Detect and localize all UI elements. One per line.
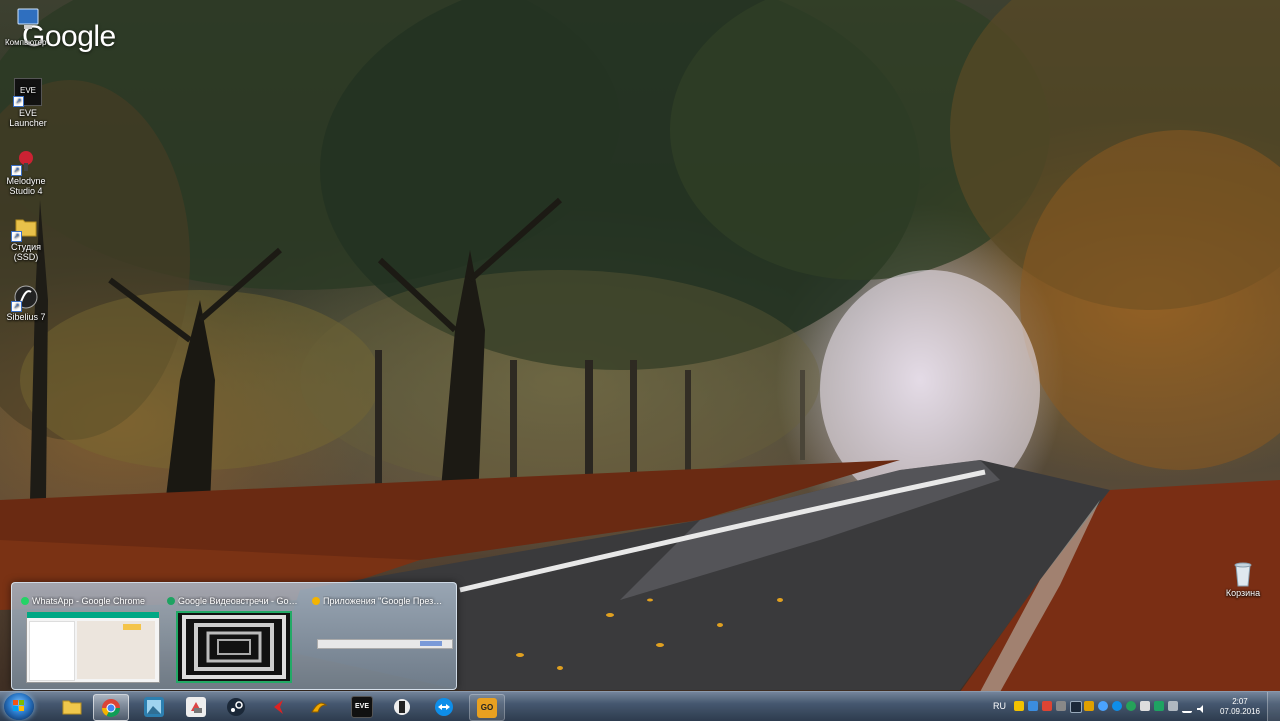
clock-time: 2:07 [1232,697,1248,706]
shortcut-arrow-icon: ↗ [11,165,22,176]
thumbnail-google-meet[interactable]: Google Видеовстречи - Google... [164,589,304,683]
taskbar-teamviewer-button[interactable] [427,694,461,719]
taskbar-app-button[interactable] [179,694,213,719]
photo-icon [144,696,164,717]
tray-antivirus-icon[interactable] [1042,701,1052,711]
tray-folder-icon[interactable] [1084,701,1094,711]
app-icon [186,696,206,717]
desktop-icon-label: EVE Launcher [9,108,47,128]
csgo-icon: GO [477,697,497,718]
start-button[interactable] [4,693,34,720]
taskbar: EVE GO RU 2:07 07.09.2016 [0,691,1280,721]
tray-network-icon[interactable] [1028,701,1038,711]
thumbnail-image [176,611,292,683]
taskbar-csgo-button[interactable]: GO [469,694,505,721]
desktop-icon-melodyne[interactable]: ↗ Melodyne Studio 4 [0,148,54,196]
desktop-icon-studio-ssd[interactable]: ↗ Студия (SSD) [0,214,54,262]
thumbnail-image [317,639,453,649]
thumbnail-title: Приложения "Google Презент... [323,596,447,606]
folder-icon: ↗ [11,214,39,242]
taskbar-steam-button[interactable] [219,694,253,719]
tray-keyboard-icon[interactable] [1014,701,1024,711]
taskbar-photo-button[interactable] [137,694,171,719]
chrome-icon [101,698,121,718]
sibelius-icon: ↗ [11,284,39,312]
clock-date: 07.09.2016 [1219,707,1260,716]
taskbar-chrome-button[interactable] [93,694,129,721]
eve-launcher-icon: EVE ↗ [13,78,42,107]
thumbnail-title: WhatsApp - Google Chrome [32,596,146,606]
desktop-icon-label: Sibelius 7 [6,312,46,322]
shortcut-arrow-icon: ↗ [11,231,22,242]
folder-icon [62,697,82,717]
show-desktop-button[interactable] [1267,692,1280,721]
steam-icon [226,697,246,717]
meet-favicon-icon [167,597,175,605]
tray-teamviewer-icon[interactable] [1112,701,1122,711]
tray-info-icon[interactable] [1098,701,1108,711]
whatsapp-favicon-icon [21,597,29,605]
desktop-icon-computer[interactable]: Компьютер [0,6,56,47]
taskbar-raptr-button[interactable] [302,694,336,719]
system-tray: RU 2:07 07.09.2016 [980,692,1280,721]
raptr-icon [309,697,329,717]
windows-logo-icon [13,700,25,712]
taskbar-thumbnail-preview: WhatsApp - Google Chrome Google Видеовст… [11,582,457,690]
taskbar-clock[interactable]: 2:07 07.09.2016 [1220,697,1260,717]
thumbnail-whatsapp[interactable]: WhatsApp - Google Chrome [18,589,160,683]
shortcut-arrow-icon: ↗ [13,96,24,107]
shortcut-arrow-icon: ↗ [11,301,22,312]
desktop-icon-sibelius[interactable]: ↗ Sibelius 7 [0,284,54,322]
taskbar-figure-button[interactable] [385,694,419,719]
tray-volume-icon[interactable] [1196,701,1206,713]
tray-usb-icon[interactable] [1140,701,1150,711]
eve-icon: EVE [351,695,373,718]
arrow-app-icon [269,697,289,717]
desktop-icon-label: Студия (SSD) [10,242,42,262]
thumbnail-title: Google Видеовстречи - Google... [178,596,302,606]
desktop-icon-recycle-bin[interactable]: Корзина [1215,560,1271,598]
desktop-icon-eve-launcher[interactable]: EVE ↗ EVE Launcher [0,78,56,128]
taskbar-arrow-app-button[interactable] [262,694,296,719]
tray-shield-icon[interactable] [1154,701,1164,711]
recycle-bin-icon [1230,560,1256,587]
melodyne-icon: ↗ [11,148,39,176]
tray-status-icon[interactable] [1126,701,1136,711]
figure-icon [392,697,412,717]
language-indicator[interactable]: RU [993,701,1006,711]
computer-icon [15,6,41,32]
taskbar-explorer-button[interactable] [55,694,89,719]
teamviewer-icon [434,697,454,717]
desktop-icon-label: Корзина [1225,588,1261,598]
taskbar-eve-button[interactable]: EVE [345,694,379,719]
tray-steam-icon[interactable] [1070,701,1082,713]
desktop-icon-label: Melodyne Studio 4 [6,176,46,196]
tray-settings-icon[interactable] [1056,701,1066,711]
tray-signal-icon[interactable] [1182,701,1192,713]
thumbnail-image [26,611,160,683]
desktop-icon-label: Компьютер [5,38,47,47]
thumbnail-google-slides[interactable]: Приложения "Google Презент... [309,589,453,683]
tray-flag-icon[interactable] [1168,701,1178,711]
slides-favicon-icon [312,597,320,605]
